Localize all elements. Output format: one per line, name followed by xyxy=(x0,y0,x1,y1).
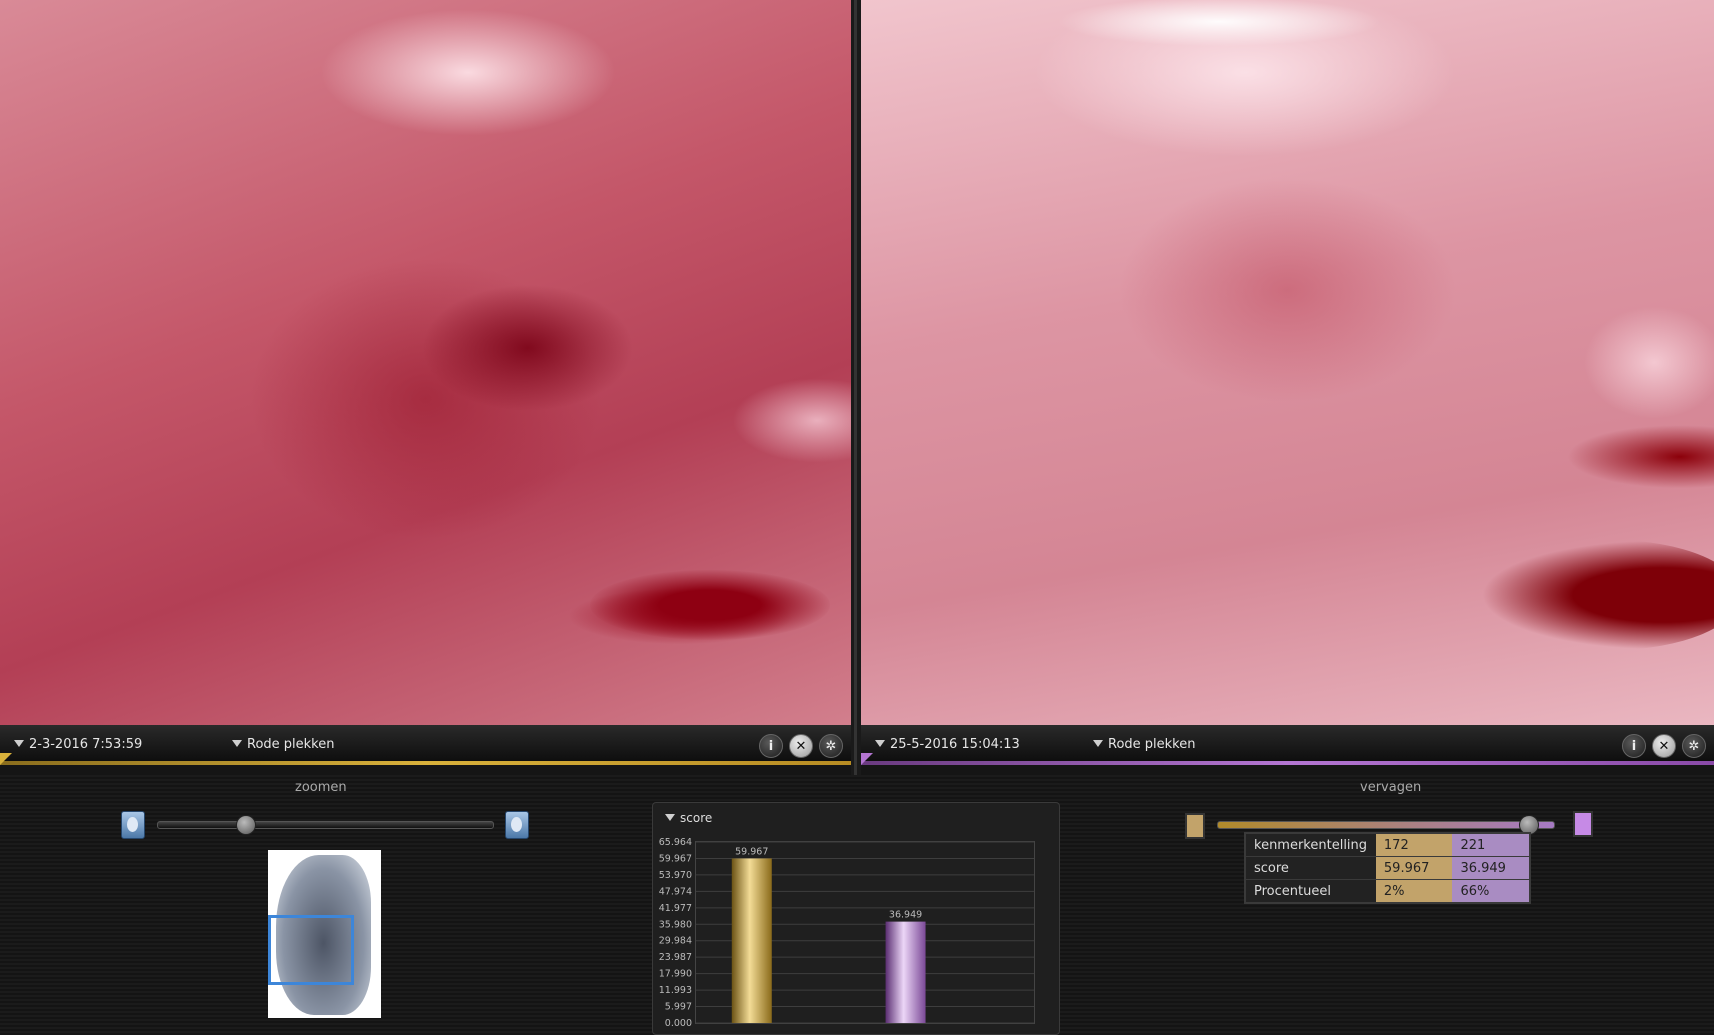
zoom-label: zoomen xyxy=(295,780,347,795)
gear-icon[interactable]: ✲ xyxy=(1682,734,1706,758)
right-mode-label: Rode plekken xyxy=(1108,737,1196,752)
y-tick-label: 47.974 xyxy=(659,886,692,897)
navigator-viewport-box[interactable] xyxy=(268,915,354,985)
stat-label: Procentueel xyxy=(1245,879,1376,904)
right-view-toolbar: 25-5-2016 15:04:13 Rode plekken i ✕ ✲ xyxy=(861,725,1714,765)
navigator-thumbnail[interactable] xyxy=(268,850,381,1018)
right-mode-dropdown[interactable]: Rode plekken xyxy=(1093,737,1195,752)
chart-title: score xyxy=(680,811,713,825)
fade-label: vervagen xyxy=(1360,780,1422,795)
y-tick-label: 29.984 xyxy=(659,936,692,947)
stat-value-right: 221 xyxy=(1452,833,1530,857)
table-row: Procentueel 2% 66% xyxy=(1245,879,1530,904)
table-row: score 59.967 36.949 xyxy=(1245,856,1530,880)
chevron-down-icon xyxy=(232,740,242,747)
score-bar xyxy=(731,858,772,1023)
face-zoom-out-icon[interactable] xyxy=(121,811,145,839)
stat-label: kenmerkentelling xyxy=(1245,833,1376,857)
score-bar xyxy=(885,921,926,1023)
info-icon[interactable]: i xyxy=(1622,734,1646,758)
control-panel: zoomen score 65.964 59.967 53.970 47.974 41.… xyxy=(0,775,1714,1035)
stats-table: kenmerkentelling 172 221 score 59.967 36… xyxy=(1244,832,1531,904)
close-icon[interactable]: ✕ xyxy=(1652,734,1676,758)
right-image-viewer[interactable]: 25-5-2016 15:04:13 Rode plekken i ✕ ✲ xyxy=(861,0,1714,765)
fade-slider[interactable] xyxy=(1217,821,1555,829)
left-mode-dropdown[interactable]: Rode plekken xyxy=(232,737,334,752)
score-bar-chart: 65.964 59.967 53.970 47.974 41.977 35.980 29.9… xyxy=(659,837,1035,1029)
y-tick-label: 5.997 xyxy=(665,1002,692,1013)
left-date-dropdown[interactable]: 2-3-2016 7:53:59 xyxy=(14,737,142,752)
y-tick-label: 35.980 xyxy=(659,919,692,930)
y-tick-label: 65.964 xyxy=(659,837,692,848)
left-color-swatch[interactable] xyxy=(1185,813,1205,839)
left-timestamp: 2-3-2016 7:53:59 xyxy=(29,737,143,752)
chevron-down-icon xyxy=(1093,740,1103,747)
score-chart-header[interactable]: score xyxy=(665,811,712,825)
chevron-down-icon xyxy=(875,740,885,747)
y-tick-label: 0.000 xyxy=(665,1018,692,1029)
right-accent-line xyxy=(861,761,1714,765)
zoom-slider[interactable] xyxy=(157,821,494,829)
left-face-image[interactable] xyxy=(0,0,851,725)
view-divider[interactable] xyxy=(851,0,861,775)
y-tick-label: 11.993 xyxy=(659,985,692,996)
right-lip-region xyxy=(1481,540,1714,650)
right-date-dropdown[interactable]: 25-5-2016 15:04:13 xyxy=(875,737,1020,752)
left-accent-line xyxy=(0,761,851,765)
right-color-swatch[interactable] xyxy=(1573,811,1593,837)
left-view-toolbar: 2-3-2016 7:53:59 Rode plekken i ✕ ✲ xyxy=(0,725,851,765)
stat-value-left: 172 xyxy=(1375,833,1453,857)
stat-label: score xyxy=(1245,856,1376,880)
chevron-down-icon xyxy=(14,740,24,747)
close-icon[interactable]: ✕ xyxy=(789,734,813,758)
right-timestamp: 25-5-2016 15:04:13 xyxy=(890,737,1020,752)
left-mode-label: Rode plekken xyxy=(247,737,335,752)
stat-value-left: 2% xyxy=(1375,879,1453,904)
left-corner-marker xyxy=(0,753,12,765)
y-tick-label: 17.990 xyxy=(659,969,692,980)
y-tick-label: 53.970 xyxy=(659,870,692,881)
bar-value-label: 59.967 xyxy=(735,846,768,857)
zoom-slider-handle[interactable] xyxy=(236,815,257,835)
info-icon[interactable]: i xyxy=(759,734,783,758)
stat-value-right: 66% xyxy=(1452,879,1530,904)
table-row: kenmerkentelling 172 221 xyxy=(1245,833,1530,857)
eye-zoom-in-icon[interactable] xyxy=(505,811,529,839)
bar-value-label: 36.949 xyxy=(889,910,922,921)
y-tick-label: 41.977 xyxy=(659,903,692,914)
stat-value-left: 59.967 xyxy=(1375,856,1453,880)
stat-value-right: 36.949 xyxy=(1452,856,1530,880)
chevron-down-icon xyxy=(665,814,675,821)
gear-icon[interactable]: ✲ xyxy=(819,734,843,758)
left-image-viewer[interactable]: 2-3-2016 7:53:59 Rode plekken i ✕ ✲ xyxy=(0,0,851,765)
right-face-image[interactable] xyxy=(861,0,1714,725)
left-lip-region xyxy=(590,570,830,640)
score-chart-panel: score 65.964 59.967 53.970 47.974 41.977 35.9… xyxy=(652,802,1060,1035)
right-corner-marker xyxy=(861,753,873,765)
y-tick-label: 23.987 xyxy=(659,952,692,963)
y-tick-label: 59.967 xyxy=(659,853,692,864)
